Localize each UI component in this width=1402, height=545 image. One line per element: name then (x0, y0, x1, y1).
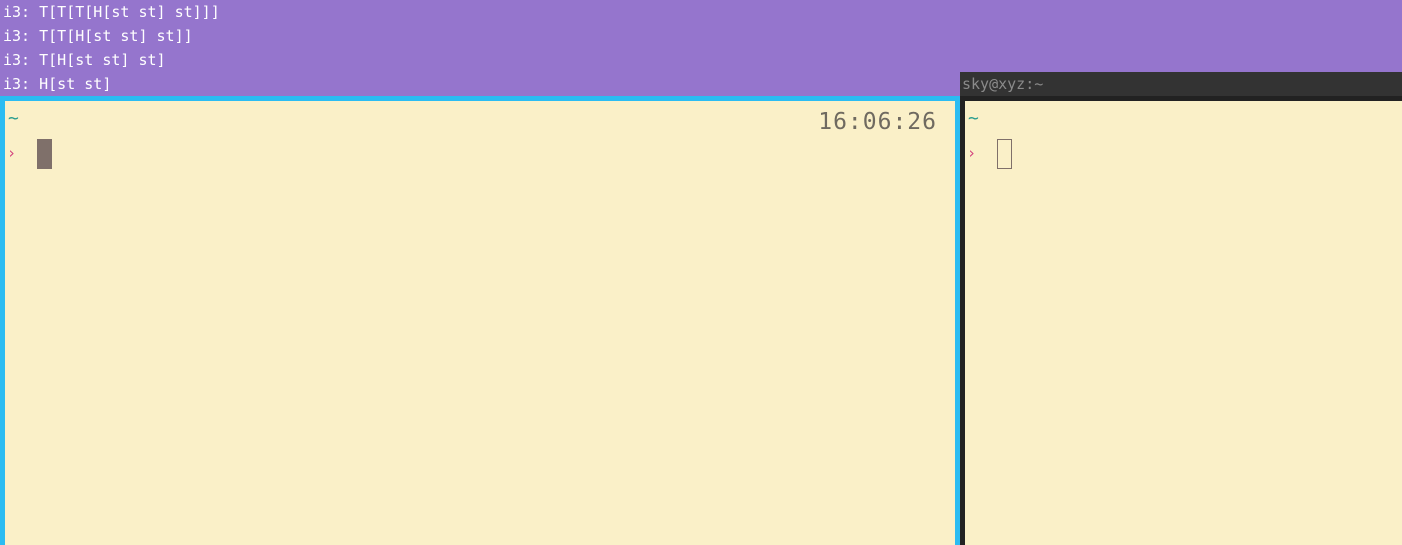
left-terminal-window[interactable]: ~ 16:06:26 › (0, 96, 960, 545)
left-terminal-body[interactable]: ~ 16:06:26 › (5, 101, 955, 545)
left-text-cursor (37, 139, 52, 169)
left-clock: 16:06:26 (818, 109, 937, 135)
right-text-cursor (997, 139, 1012, 169)
right-cwd-label: ~ (968, 108, 979, 129)
i3-container-bar-3[interactable]: i3: T[H[st st] st] (0, 48, 1402, 72)
i3-container-bar-2[interactable]: i3: T[T[H[st st] st]] (0, 24, 1402, 48)
right-terminal-titlebar[interactable]: sky@xyz:~ (960, 72, 1402, 96)
right-terminal-body[interactable]: ~ › (965, 101, 1402, 545)
left-cwd-label: ~ (8, 108, 19, 129)
right-prompt-arrow-icon: › (967, 144, 977, 162)
right-terminal-window[interactable]: sky@xyz:~ ~ › (960, 72, 1402, 545)
i3-container-bar-1[interactable]: i3: T[T[T[H[st st] st]]] (0, 0, 1402, 24)
left-prompt-arrow-icon: › (7, 144, 17, 162)
desktop: i3: T[T[T[H[st st] st]]] i3: T[T[H[st st… (0, 0, 1402, 545)
